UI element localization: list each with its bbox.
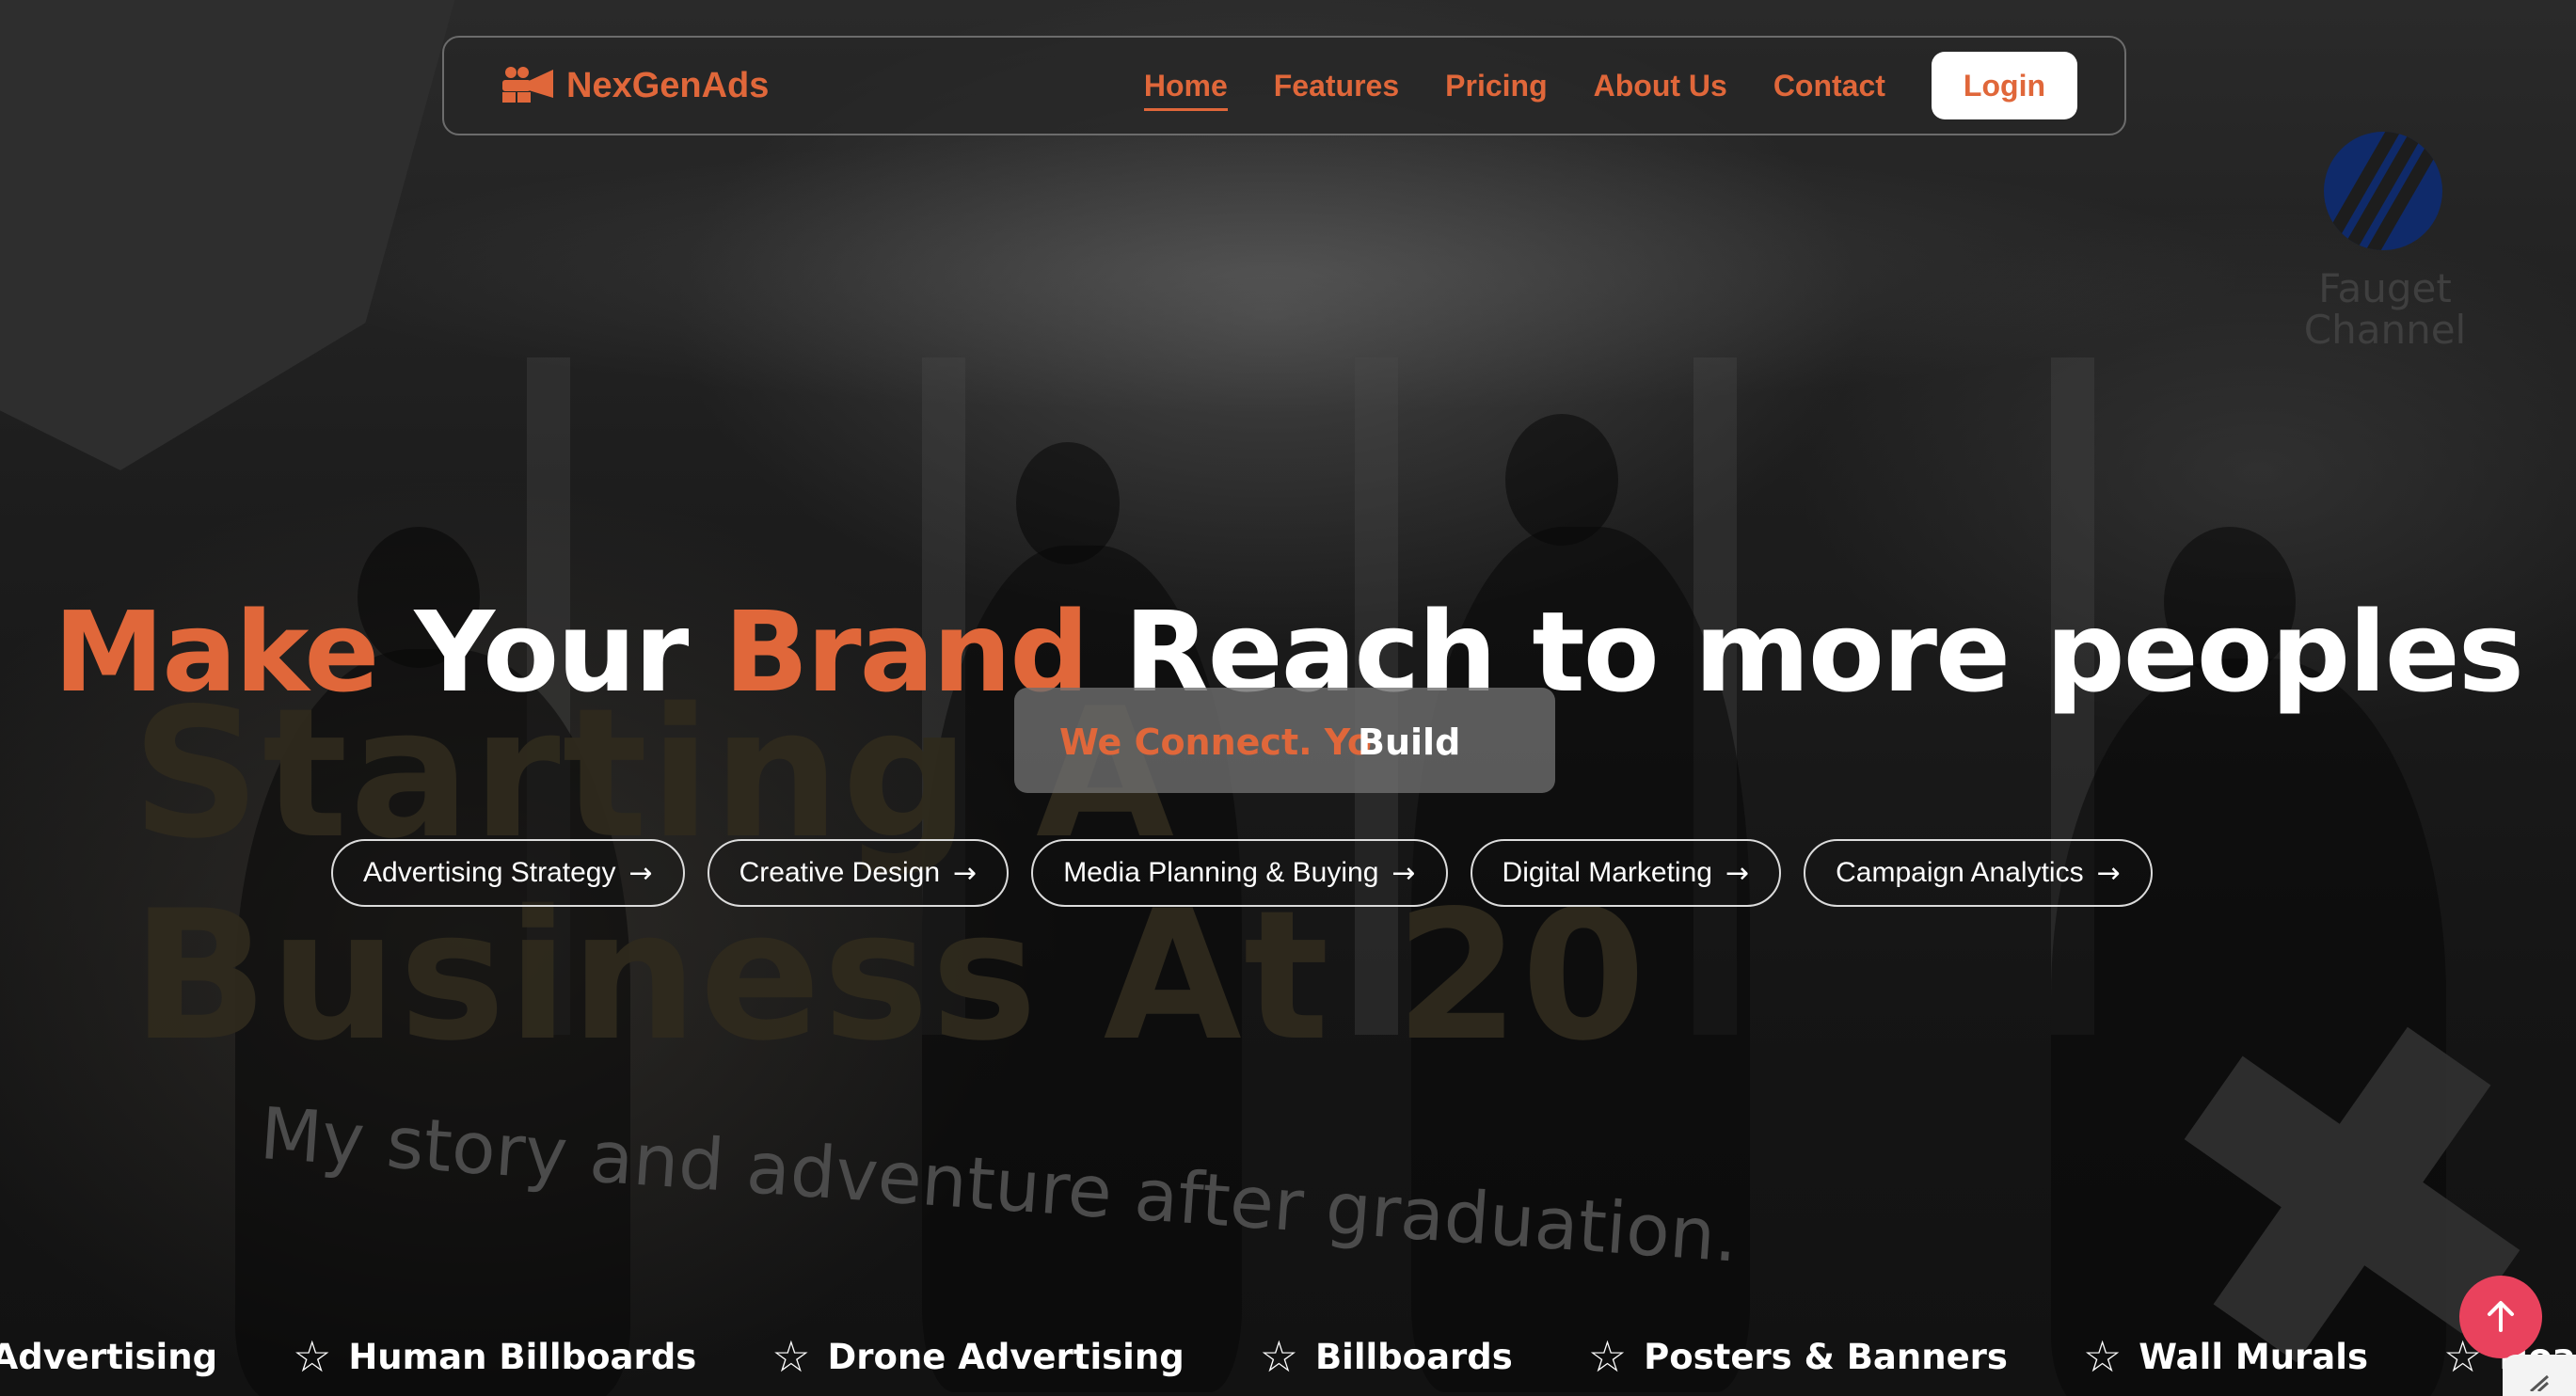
service-pill-label: Media Planning & Buying <box>1063 857 1379 888</box>
arrow-right-icon: → <box>1725 856 1750 890</box>
brand-name: NexGenAds <box>566 65 770 105</box>
nav-link-features[interactable]: Features <box>1274 69 1399 103</box>
nav-link-contact[interactable]: Contact <box>1773 69 1885 103</box>
service-pill-advertising-strategy[interactable]: Advertising Strategy → <box>331 839 685 907</box>
service-pill-creative-design[interactable]: Creative Design → <box>707 839 1010 907</box>
typing-tagline-box: We Connect. Yo Build <box>1014 688 1555 793</box>
marquee-item-label: Drone Advertising <box>827 1336 1185 1377</box>
arrow-right-icon: → <box>2096 856 2121 890</box>
marquee-item: ☆ Billboards <box>1260 1331 1513 1382</box>
star-outline-icon: ☆ <box>1587 1331 1628 1382</box>
crowd-silhouette <box>1505 414 1618 546</box>
service-pill-label: Campaign Analytics <box>1836 857 2084 888</box>
marquee-track: t Advertising ☆ Human Billboards ☆ Drone… <box>0 1331 2576 1382</box>
arrow-up-icon <box>2485 1298 2517 1337</box>
marquee-item-label: Posters & Banners <box>1644 1336 2008 1377</box>
arrow-right-icon: → <box>628 856 653 890</box>
service-pill-campaign-analytics[interactable]: Campaign Analytics → <box>1804 839 2153 907</box>
marquee-item: ☆ Posters & Banners <box>1588 1331 2008 1382</box>
marquee-item: t Advertising <box>0 1337 217 1377</box>
star-outline-icon: ☆ <box>1259 1331 1298 1382</box>
marquee-item-label: Wall Murals <box>2139 1336 2368 1377</box>
nav-link-about-us[interactable]: About Us <box>1594 69 1727 103</box>
nav-link-home[interactable]: Home <box>1143 69 1228 111</box>
resize-icon <box>2525 1371 2553 1396</box>
service-pill-digital-marketing[interactable]: Digital Marketing → <box>1470 839 1782 907</box>
brand-logo-link[interactable]: NexGenAds <box>501 38 769 134</box>
login-button[interactable]: Login <box>1931 52 2077 119</box>
star-outline-icon: ☆ <box>293 1331 332 1382</box>
services-marquee: t Advertising ☆ Human Billboards ☆ Drone… <box>0 1331 2576 1388</box>
service-pill-label: Digital Marketing <box>1502 857 1712 888</box>
service-pill-media-planning[interactable]: Media Planning & Buying → <box>1031 839 1448 907</box>
marquee-item-label: Human Billboards <box>348 1336 697 1377</box>
service-pill-label: Advertising Strategy <box>363 857 616 888</box>
arrow-right-icon: → <box>1391 856 1416 890</box>
arrow-right-icon: → <box>953 856 978 890</box>
service-pill-label: Creative Design <box>739 857 941 888</box>
scroll-to-top-button[interactable] <box>2459 1276 2542 1358</box>
navbar: NexGenAds Home Features Pricing About Us… <box>442 36 2126 135</box>
ceiling-light <box>282 132 2258 414</box>
marquee-item-label: t Advertising <box>0 1336 218 1377</box>
star-outline-icon: ☆ <box>771 1331 811 1382</box>
nav-link-pricing[interactable]: Pricing <box>1445 69 1547 103</box>
marquee-item: ☆ Wall Murals <box>2083 1331 2368 1382</box>
marquee-item: ☆ Drone Advertising <box>771 1331 1184 1382</box>
service-pills: Advertising Strategy → Creative Design →… <box>331 839 2153 907</box>
star-outline-icon: ☆ <box>2082 1331 2123 1382</box>
typing-tagline-overlay: Build <box>1358 722 1461 763</box>
watermark-logo <box>2324 132 2442 250</box>
hero-title-word: Make <box>54 587 379 718</box>
hero-title-word: Your <box>414 587 689 718</box>
typing-tagline-text: We Connect. Yo <box>1059 722 1372 763</box>
megaphone-icon <box>501 64 555 108</box>
marquee-item-label: Billboards <box>1314 1336 1513 1377</box>
marquee-item: ☆ Human Billboards <box>293 1331 696 1382</box>
nav-links: Home Features Pricing About Us Contact L… <box>1098 38 2077 134</box>
corner-widget[interactable] <box>2503 1355 2576 1396</box>
watermark-brand: Fauget Channel <box>2303 265 2467 353</box>
